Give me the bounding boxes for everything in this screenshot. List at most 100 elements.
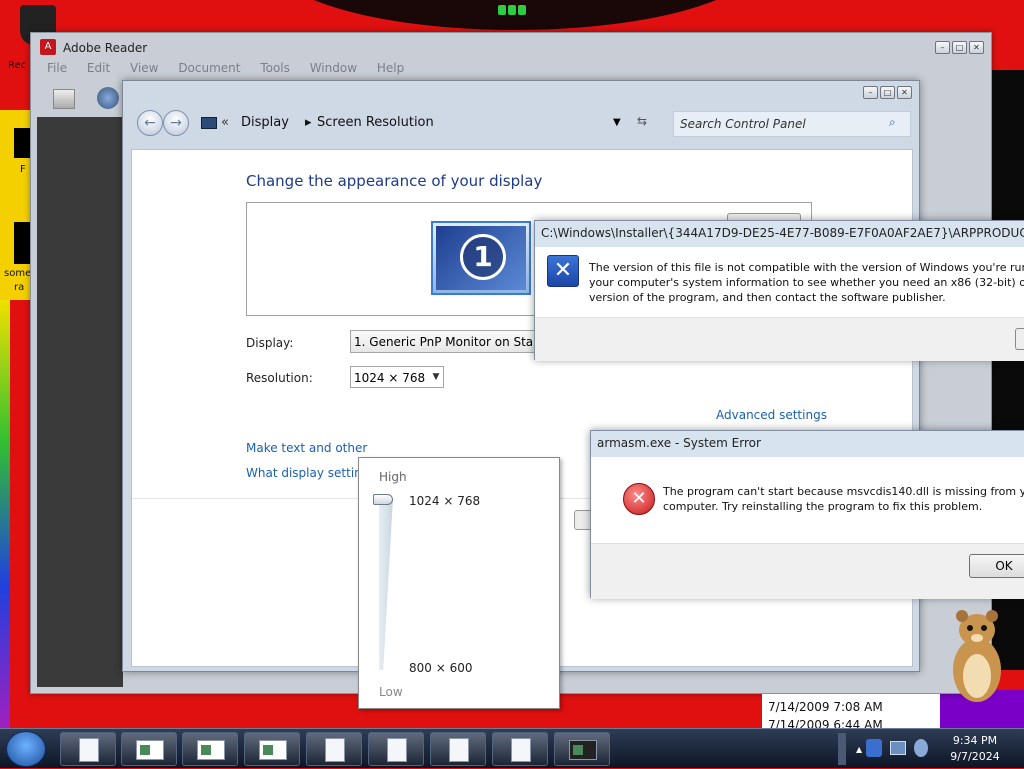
dialog-title: armasm.exe - System Error <box>591 431 1024 457</box>
desktop-icon-label: Rec <box>8 60 27 71</box>
minimize-icon[interactable]: – <box>863 86 878 99</box>
menu-tools[interactable]: Tools <box>260 61 290 75</box>
dialog-message: The program can't start because msvcdis1… <box>663 485 1024 513</box>
display-label: Display: <box>246 336 294 350</box>
monitor-icon <box>569 740 597 760</box>
text-size-link[interactable]: Make text and other <box>246 441 367 455</box>
error-x-icon: ✕ <box>547 255 579 287</box>
breadcrumb-separator-icon: ▸ <box>305 115 312 130</box>
background-file-list: 7/14/2009 7:08 AM 7/14/2009 6:44 AM <box>762 694 940 728</box>
close-icon[interactable]: ✕ <box>897 86 912 99</box>
breadcrumb-overflow-icon[interactable]: « <box>221 115 229 130</box>
taskbar-button[interactable] <box>492 732 548 766</box>
document-icon <box>449 738 469 762</box>
taskbar-button[interactable] <box>60 732 116 766</box>
forward-button[interactable]: → <box>163 110 189 136</box>
document-icon <box>387 738 407 762</box>
print-icon[interactable] <box>53 89 75 109</box>
monitor-1-thumbnail[interactable]: 1 <box>431 221 531 295</box>
taskbar-button[interactable] <box>554 732 610 766</box>
search-input[interactable]: Search Control Panel <box>673 111 911 137</box>
search-icon[interactable]: ⌕ <box>889 115 896 130</box>
start-button[interactable] <box>6 731 46 767</box>
slider-bottom-value: 800 × 600 <box>409 661 473 675</box>
advanced-settings-link[interactable]: Advanced settings <box>716 408 827 422</box>
taskbar-button[interactable] <box>306 732 362 766</box>
desktop-icon-label: F <box>20 164 26 175</box>
dialog-footer <box>535 317 1024 361</box>
refresh-icon[interactable]: ⇆ <box>637 114 647 128</box>
taskbar-button[interactable] <box>121 732 177 766</box>
taskbar-button[interactable] <box>430 732 486 766</box>
dialog-button[interactable] <box>1015 328 1024 350</box>
taskbar-clock[interactable]: 9:34 PM 9/7/2024 <box>930 733 1020 765</box>
window-icon <box>197 740 225 760</box>
slider-high-label: High <box>379 470 407 484</box>
window-icon <box>259 740 287 760</box>
resolution-slider-popup: High 1024 × 768 800 × 600 Low <box>358 457 560 709</box>
maximize-icon[interactable]: □ <box>952 41 967 54</box>
address-dropdown-icon[interactable]: ▼ <box>613 117 621 128</box>
dialog-message: The version of this file is not compatib… <box>589 261 1024 304</box>
file-date: 7/14/2009 7:08 AM <box>768 700 883 714</box>
menu-view[interactable]: View <box>130 61 158 75</box>
document-icon <box>325 738 345 762</box>
address-bar: ← → « Display ▸ Screen Resolution ▼ ⇆ Se… <box>133 109 913 139</box>
taskbar-button[interactable] <box>244 732 300 766</box>
error-icon: ✕ <box>623 483 655 515</box>
desktop-icon-label: ra <box>14 282 25 293</box>
breadcrumb-screen-resolution[interactable]: Screen Resolution <box>317 115 434 130</box>
cp-window-controls: – □ ✕ <box>863 86 912 99</box>
ok-button[interactable]: OK <box>969 554 1024 578</box>
back-button[interactable]: ← <box>137 110 163 136</box>
slider-low-label: Low <box>379 685 403 699</box>
volume-icon[interactable] <box>914 739 928 757</box>
control-panel-icon <box>201 117 217 129</box>
menu-window[interactable]: Window <box>310 61 357 75</box>
window-icon <box>136 740 164 760</box>
taskbar-button[interactable] <box>182 732 238 766</box>
incompatible-version-dialog[interactable]: C:\Windows\Installer\{344A17D9-DE25-4E77… <box>534 220 1024 361</box>
tray-scroll[interactable] <box>838 733 846 765</box>
slider-top-value: 1024 × 768 <box>409 494 481 508</box>
chevron-down-icon[interactable]: ▼ <box>428 366 444 388</box>
display-select[interactable]: 1. Generic PnP Monitor on Standar <box>350 330 538 353</box>
show-hidden-icons-icon[interactable]: ▲ <box>856 745 862 754</box>
dialog-title: C:\Windows\Installer\{344A17D9-DE25-4E77… <box>535 221 1024 247</box>
wallpaper-rainbow-strip <box>0 300 10 728</box>
menu-document[interactable]: Document <box>178 61 240 75</box>
document-icon <box>511 738 531 762</box>
breadcrumb-display[interactable]: Display <box>241 115 289 130</box>
maximize-icon[interactable]: □ <box>880 86 895 99</box>
wallpaper-green-lights <box>498 4 528 16</box>
minimize-icon[interactable]: – <box>935 41 950 54</box>
page-title: Change the appearance of your display <box>246 172 543 190</box>
clock-time: 9:34 PM <box>952 734 998 747</box>
close-icon[interactable]: ✕ <box>969 41 984 54</box>
adobe-menubar: File Edit View Document Tools Window Hel… <box>47 61 420 75</box>
display-settings-help-link[interactable]: What display setting <box>246 466 369 480</box>
resolution-label: Resolution: <box>246 371 313 385</box>
tray-app-icon[interactable] <box>866 739 882 757</box>
menu-edit[interactable]: Edit <box>87 61 110 75</box>
system-error-dialog[interactable]: armasm.exe - System Error ✕ The program … <box>590 430 1024 599</box>
adobe-window-controls: – □ ✕ <box>935 41 984 54</box>
hamster-icon <box>953 610 1001 702</box>
dialog-footer: OK <box>591 543 1024 599</box>
globe-icon[interactable] <box>97 87 119 109</box>
clock-date: 9/7/2024 <box>950 750 1000 763</box>
resolution-slider-handle[interactable] <box>373 494 393 505</box>
adobe-document-area <box>37 117 123 687</box>
adobe-title: Adobe Reader <box>63 41 148 55</box>
resolution-slider-track[interactable] <box>379 498 393 670</box>
menu-help[interactable]: Help <box>377 61 404 75</box>
network-icon[interactable] <box>890 741 906 755</box>
taskbar: ▲ 9:34 PM 9/7/2024 <box>0 728 1024 768</box>
file-date: 7/14/2009 6:44 AM <box>768 718 883 728</box>
adobe-pdf-icon: A <box>40 39 56 55</box>
menu-file[interactable]: File <box>47 61 67 75</box>
taskbar-button[interactable] <box>368 732 424 766</box>
document-icon <box>79 738 99 762</box>
desktop-icon-label: some <box>4 268 32 279</box>
monitor-number: 1 <box>460 234 506 280</box>
